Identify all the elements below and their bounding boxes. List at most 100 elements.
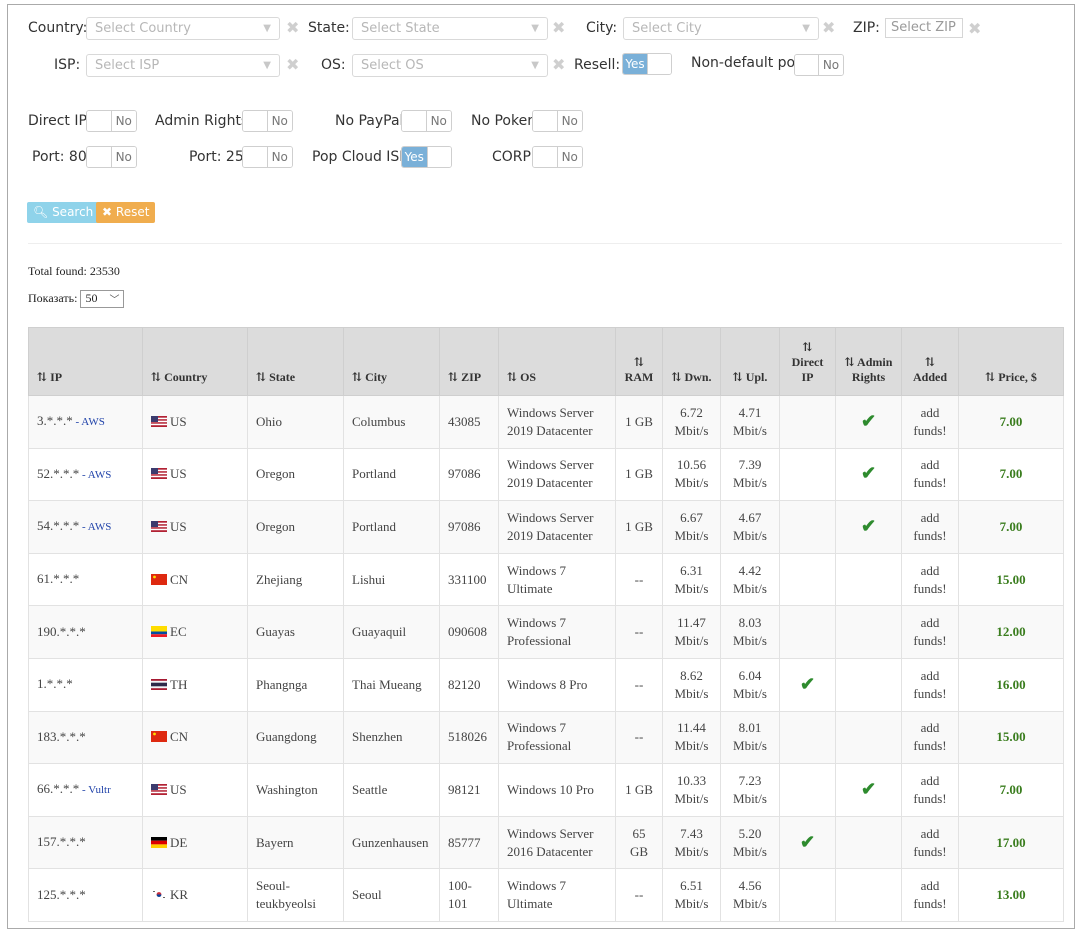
sort-icon: ⇅ xyxy=(671,370,682,384)
column-label: RAM xyxy=(624,370,654,384)
cell-price: 16.00 xyxy=(958,657,1064,712)
column-city[interactable]: ⇅ City xyxy=(343,327,440,396)
column-zip[interactable]: ⇅ ZIP xyxy=(439,327,499,396)
state-label: State: xyxy=(308,20,350,36)
column-admin-rights[interactable]: ⇅ Admin Rights xyxy=(835,327,902,396)
cell-state: Seoul-teukbyeolsi xyxy=(247,868,344,922)
add-funds-text: add funds! xyxy=(913,667,947,701)
clear-city-icon[interactable]: ✖ xyxy=(822,19,835,37)
cell-upload: 6.04 Mbit/s xyxy=(720,657,780,712)
cell-direct-ip xyxy=(779,447,836,502)
resell-toggle[interactable]: Yes xyxy=(622,53,672,75)
toggle-knob xyxy=(647,54,671,74)
table-row[interactable]: 61.*.*.* CN Zhejiang Lishui 331100 Windows 7 … xyxy=(28,552,1064,607)
cell-price: 7.00 xyxy=(958,447,1064,502)
upload-text: 8.03 Mbit/s xyxy=(733,615,767,649)
table-row[interactable]: 3.*.*.* - AWS US Ohio Columbus 43085 Windows … xyxy=(28,395,1064,449)
table-row[interactable]: 66.*.*.* - Vultr US Washington Seattle 98121… xyxy=(28,763,1064,817)
clear-zip-icon[interactable]: ✖ xyxy=(968,20,981,38)
os-placeholder: Select OS xyxy=(361,58,424,73)
column-download[interactable]: ⇅ Dwn. xyxy=(662,327,721,396)
port-80-toggle[interactable]: No xyxy=(86,146,137,168)
clear-isp-icon[interactable]: ✖ xyxy=(286,56,299,74)
flag-icon xyxy=(151,835,170,850)
column-os[interactable]: ⇅ OS xyxy=(498,327,616,396)
toggle-knob xyxy=(87,147,112,167)
port-25-value: No xyxy=(267,147,292,167)
admin-rights-toggle[interactable]: No xyxy=(242,110,293,132)
cell-city: Portland xyxy=(343,500,440,554)
isp-select[interactable]: Select ISP ▼ xyxy=(86,54,280,77)
chevron-down-icon: ▼ xyxy=(263,60,271,71)
table-row[interactable]: 183.*.*.* CN Guangdong Shenzhen 518026 Window… xyxy=(28,710,1064,765)
country-select[interactable]: Select Country ▼ xyxy=(86,17,280,40)
direct-ip-toggle[interactable]: No xyxy=(86,110,137,132)
download-text: 6.67 Mbit/s xyxy=(674,509,709,543)
divider xyxy=(28,243,1062,244)
chevron-down-icon: ▼ xyxy=(263,23,271,34)
column-state[interactable]: ⇅ State xyxy=(247,327,344,396)
port-25-toggle[interactable]: No xyxy=(242,146,293,168)
cell-added: add funds! xyxy=(901,657,959,712)
per-page-label: Показать: xyxy=(28,290,78,305)
state-select[interactable]: Select State ▼ xyxy=(352,17,548,40)
table-row[interactable]: 157.*.*.* DE Bayern Gunzenhausen 85777 Window… xyxy=(28,815,1064,870)
column-country[interactable]: ⇅ Country xyxy=(142,327,248,396)
table-row[interactable]: 54.*.*.* - AWS US Oregon Portland 97086 Windo… xyxy=(28,500,1064,554)
ram-text: -- xyxy=(634,624,644,640)
clear-os-icon[interactable]: ✖ xyxy=(552,56,565,74)
cell-country: KR xyxy=(142,868,248,922)
corp-toggle[interactable]: No xyxy=(532,146,583,168)
table-row[interactable]: 1.*.*.* TH Phangnga Thai Mueang 82120 Windows… xyxy=(28,657,1064,712)
price-text: 7.00 xyxy=(999,781,1023,797)
zip-text: 100-101 xyxy=(448,878,472,912)
search-icon: 🔍︎ xyxy=(33,205,49,219)
cell-state: Ohio xyxy=(247,395,344,449)
toggle-knob xyxy=(87,111,112,131)
table-row[interactable]: 190.*.*.* EC Guayas Guayaquil 090608 Windows … xyxy=(28,605,1064,659)
column-ram[interactable]: ⇅ RAM xyxy=(615,327,663,396)
cell-added: add funds! xyxy=(901,552,959,607)
cell-ip: 183.*.*.* xyxy=(28,710,143,765)
zip-input[interactable]: Select ZIP xyxy=(885,18,963,38)
cell-admin-rights: ✔ xyxy=(835,500,902,554)
cell-state: Guangdong xyxy=(247,710,344,765)
cell-upload: 4.71 Mbit/s xyxy=(720,395,780,449)
ram-text: 1 GB xyxy=(625,466,653,482)
clear-country-icon[interactable]: ✖ xyxy=(286,19,299,37)
table-row[interactable]: 52.*.*.* - AWS US Oregon Portland 97086 Windo… xyxy=(28,447,1064,502)
table-row[interactable]: 125.*.*.* KR Seoul-teukbyeolsi Seoul 100-101… xyxy=(28,868,1064,922)
sort-icon: ⇅ xyxy=(985,370,996,384)
city-text: Shenzhen xyxy=(352,729,403,745)
column-upload[interactable]: ⇅ Upl. xyxy=(720,327,780,396)
pop-cloud-isp-toggle[interactable]: Yes xyxy=(401,146,452,168)
column-direct-ip[interactable]: ⇅ Direct IP xyxy=(779,327,836,396)
zip-text: 97086 xyxy=(448,466,481,482)
column-label: City xyxy=(365,370,388,384)
nondefault-port-toggle[interactable]: No xyxy=(794,54,844,76)
reset-button[interactable]: ✖ Reset xyxy=(96,202,156,223)
resell-label: Resell: xyxy=(574,57,621,73)
city-select[interactable]: Select City ▼ xyxy=(623,17,819,40)
no-poker-toggle[interactable]: No xyxy=(532,110,583,132)
column-ip[interactable]: ⇅ IP xyxy=(28,327,143,396)
search-button[interactable]: 🔍︎ Search xyxy=(27,202,100,223)
pop-cloud-isp-value: Yes xyxy=(402,147,427,167)
check-icon: ✔ xyxy=(799,673,816,694)
flag-icon xyxy=(151,624,170,639)
cell-download: 6.31 Mbit/s xyxy=(662,552,721,607)
per-page-select[interactable]: 50 ﹀ xyxy=(80,290,125,308)
zip-text: 43085 xyxy=(448,413,481,429)
cell-upload: 8.01 Mbit/s xyxy=(720,710,780,765)
cell-zip: 518026 xyxy=(439,710,499,765)
no-paypal-toggle[interactable]: No xyxy=(401,110,452,132)
os-select[interactable]: Select OS ▼ xyxy=(352,54,548,77)
check-icon: ✔ xyxy=(860,778,877,799)
ram-text: -- xyxy=(634,571,644,587)
cell-country: US xyxy=(142,500,248,554)
clear-state-icon[interactable]: ✖ xyxy=(552,19,565,37)
cell-ram: -- xyxy=(615,552,663,607)
column-added[interactable]: ⇅ Added xyxy=(901,327,959,396)
cell-zip: 43085 xyxy=(439,395,499,449)
column-price[interactable]: ⇅ Price, $ xyxy=(958,327,1064,396)
